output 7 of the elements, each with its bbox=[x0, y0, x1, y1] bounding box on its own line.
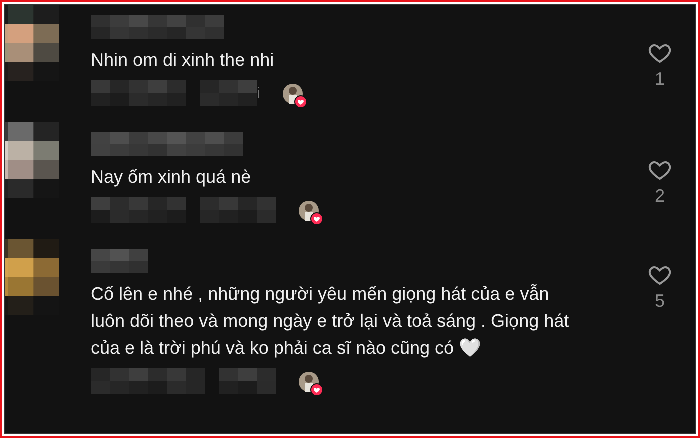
like-count: 5 bbox=[654, 291, 665, 312]
comment-text: Nay ốm xinh quá nè bbox=[91, 166, 252, 189]
meta-text: i bbox=[257, 84, 260, 102]
like-count: 2 bbox=[654, 186, 665, 207]
comment-text: Cố lên e nhé , những người yêu mến giọng hát của e vẫn luôn dõi theo và mong ngày e trở lại và toả sáng . Giọng hát của e là trời phú và ko phải ca sĩ nào cũng có 🤍 bbox=[91, 283, 570, 360]
like-count: 1 bbox=[654, 69, 665, 90]
comment-text: Nhin om di xinh the nhi bbox=[91, 49, 276, 72]
